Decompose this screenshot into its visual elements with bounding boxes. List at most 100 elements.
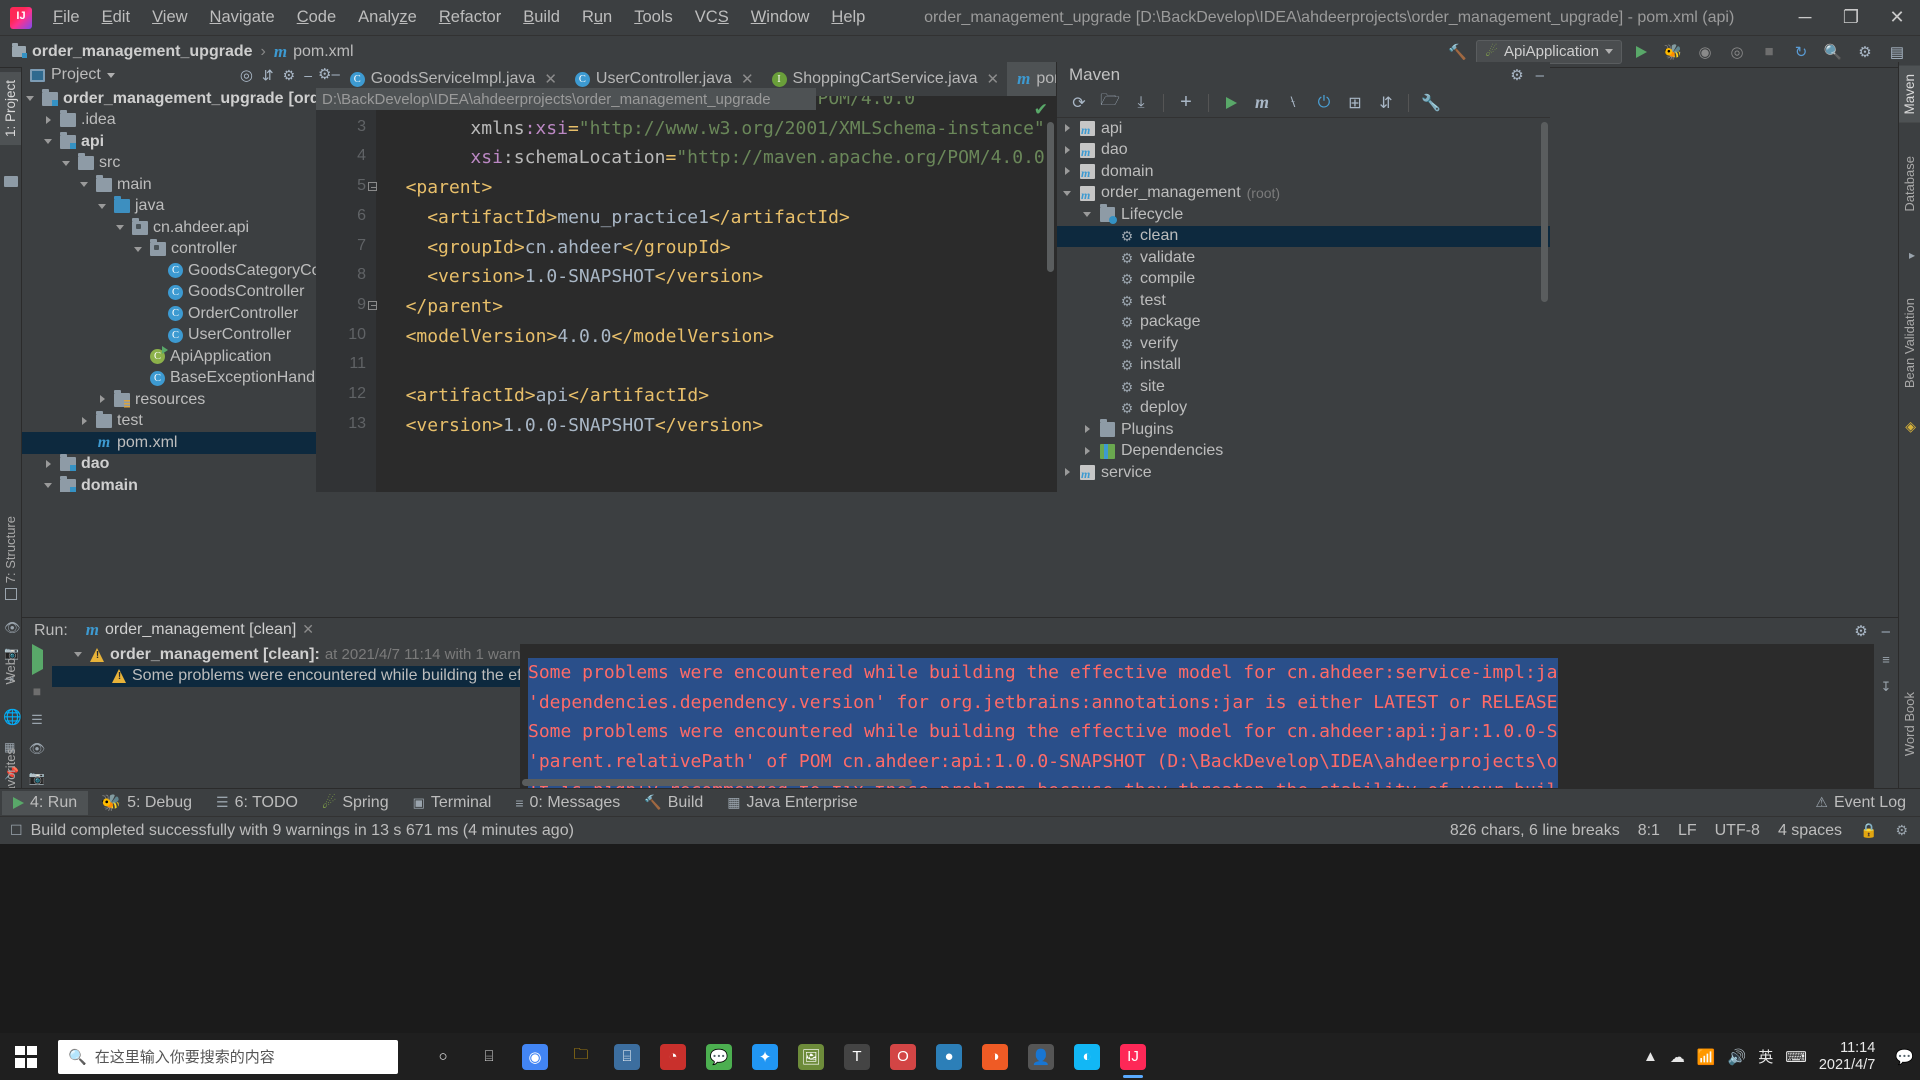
- chevron-down-icon[interactable]: [44, 480, 55, 491]
- execute-maven-goal-icon[interactable]: m: [1248, 91, 1276, 115]
- chevron-right-icon[interactable]: [1063, 123, 1074, 134]
- menu-run[interactable]: Run: [571, 4, 623, 31]
- eye-icon[interactable]: 👁: [29, 741, 46, 757]
- opera-icon[interactable]: O: [880, 1033, 926, 1080]
- inspection-status-icon[interactable]: ✔: [1034, 100, 1048, 120]
- sidebar-tab-project[interactable]: 1: Project: [0, 72, 21, 146]
- editor-hide-icon[interactable]: –: [331, 62, 339, 86]
- maven-tree-item[interactable]: ⚙ verify: [1057, 333, 1550, 355]
- tool-tab-messages[interactable]: ≡ 0: Messages: [504, 791, 631, 815]
- project-tree-item[interactable]: main: [22, 174, 316, 196]
- editor-scrollbar[interactable]: [1047, 122, 1054, 272]
- code-line[interactable]: <parent>: [406, 173, 493, 203]
- close-icon[interactable]: ✕: [544, 70, 557, 88]
- menu-file[interactable]: File: [42, 4, 91, 31]
- close-icon[interactable]: ✕: [741, 70, 754, 88]
- sidebar-tab-word-book[interactable]: Word Book: [1899, 684, 1920, 764]
- eye-icon[interactable]: 👁: [4, 620, 21, 636]
- locate-icon[interactable]: ◎: [240, 66, 253, 84]
- status-caret-position[interactable]: 8:1: [1638, 822, 1660, 840]
- menu-code[interactable]: Code: [286, 4, 347, 31]
- status-indent[interactable]: 4 spaces: [1778, 822, 1842, 840]
- tool-tab-spring[interactable]: ☄ Spring: [311, 790, 400, 816]
- run-tree-item[interactable]: Some problems were encountered while bui…: [52, 665, 520, 687]
- chevron-down-icon[interactable]: [98, 201, 109, 212]
- project-tree-item[interactable]: test: [22, 411, 316, 433]
- maven-settings-icon[interactable]: 🔧: [1417, 91, 1445, 115]
- code-line[interactable]: <version>1.0-SNAPSHOT</version>: [427, 262, 763, 292]
- debug-icon[interactable]: 🐝: [1660, 40, 1686, 64]
- chevron-down-icon[interactable]: [74, 649, 85, 660]
- chevron-up-icon[interactable]: ▲: [1643, 1048, 1658, 1065]
- maven-tree-item[interactable]: ⚙ clean: [1057, 225, 1550, 247]
- collapse-all-icon[interactable]: ⇵: [262, 67, 274, 84]
- chevron-right-icon[interactable]: [98, 394, 109, 405]
- update-app-icon[interactable]: ↻: [1788, 40, 1814, 64]
- chevron-right-icon[interactable]: [44, 459, 55, 470]
- taskbar-search-input[interactable]: 🔍 在这里输入你要搜索的内容: [58, 1039, 398, 1074]
- run-tab[interactable]: m order_management [clean] ✕: [77, 617, 322, 646]
- toggle-offline-icon[interactable]: ⏻: [1310, 91, 1338, 115]
- editor-tab-pomxml[interactable]: m pom.xml (api): [1007, 62, 1056, 96]
- maven-tree-item[interactable]: domain: [1057, 161, 1550, 183]
- tool-tab-terminal[interactable]: ▣ Terminal: [402, 791, 503, 815]
- code-fold-icon[interactable]: [368, 300, 379, 312]
- maven-tree-item[interactable]: ⚙ deploy: [1057, 398, 1550, 420]
- breadcrumb-file[interactable]: pom.xml: [293, 43, 353, 61]
- chevron-down-icon[interactable]: [1063, 188, 1074, 199]
- project-tree-item[interactable]: resources: [22, 389, 316, 411]
- menu-help[interactable]: Help: [820, 4, 876, 31]
- reload-all-icon[interactable]: ⟳: [1065, 91, 1093, 115]
- tool-tab-todo[interactable]: ☰ 6: TODO: [205, 791, 309, 815]
- profile-icon[interactable]: ◎: [1724, 40, 1750, 64]
- chevron-down-icon[interactable]: [134, 244, 145, 255]
- add-icon[interactable]: +: [1172, 91, 1200, 115]
- network-icon[interactable]: 📶: [1697, 1048, 1716, 1066]
- menu-analyze[interactable]: Analyze: [347, 4, 428, 31]
- tool-tab-java-enterprise[interactable]: ▦ Java Enterprise: [716, 791, 868, 815]
- sidebar-tab-maven[interactable]: Maven: [1899, 66, 1920, 123]
- chevron-down-icon[interactable]: [44, 136, 55, 147]
- close-button[interactable]: ✕: [1874, 1, 1920, 35]
- project-tree[interactable]: order_management_upgrade[order_managemen…: [22, 88, 316, 492]
- chevron-right-icon[interactable]: ▸: [1909, 248, 1915, 262]
- menu-window[interactable]: Window: [740, 4, 821, 31]
- tool-tab-build[interactable]: 🔨 Build: [633, 791, 714, 815]
- file-explorer-icon[interactable]: 🗀: [558, 1033, 604, 1080]
- status-line-separator[interactable]: LF: [1678, 822, 1697, 840]
- code-line[interactable]: <groupId>cn.ahdeer</groupId>: [427, 233, 730, 263]
- chevron-right-icon[interactable]: [80, 416, 91, 427]
- code-line[interactable]: <artifactId>api</artifactId>: [406, 381, 709, 411]
- settings-icon[interactable]: ⚙: [1852, 40, 1878, 64]
- project-tree-item[interactable]: m pom.xml: [22, 432, 316, 454]
- run-maven-build-icon[interactable]: [1217, 91, 1245, 115]
- editor-body[interactable]: 2345678910111213 <project xmlns="http://…: [316, 96, 1056, 492]
- chevron-down-icon[interactable]: [106, 72, 115, 78]
- onedrive-icon[interactable]: ☁: [1670, 1048, 1685, 1066]
- wechat-icon[interactable]: 💬: [696, 1033, 742, 1080]
- sidebar-tab-structure[interactable]: 7: Structure: [0, 508, 21, 591]
- project-tree-item[interactable]: C BaseExceptionHandler: [22, 368, 316, 390]
- chevron-right-icon[interactable]: [1063, 145, 1074, 156]
- run-coverage-icon[interactable]: ◉: [1692, 40, 1718, 64]
- maven-tree[interactable]: api dao domain order_management (root) Lifecy…: [1057, 118, 1550, 492]
- project-tree-item[interactable]: src: [22, 153, 316, 175]
- chrome-icon[interactable]: ◉: [512, 1033, 558, 1080]
- chevron-down-icon[interactable]: [26, 93, 37, 104]
- maven-tree-item[interactable]: service: [1057, 462, 1550, 484]
- code-line[interactable]: xmlns:xsi="http://www.w3.org/2001/XMLSch…: [470, 114, 1044, 144]
- toggle-skip-tests-icon[interactable]: ⧷: [1279, 91, 1307, 115]
- search-everywhere-icon[interactable]: 🔍: [1820, 40, 1846, 64]
- minimize-button[interactable]: ─: [1782, 1, 1828, 35]
- maven-scrollbar[interactable]: [1541, 122, 1548, 302]
- chevron-right-icon[interactable]: [1063, 166, 1074, 177]
- globe-icon[interactable]: 🌐: [3, 708, 22, 726]
- stop-icon[interactable]: ■: [33, 683, 41, 699]
- wrap-text-icon[interactable]: ≡: [1882, 652, 1890, 667]
- maven-tree-item[interactable]: Plugins: [1057, 419, 1550, 441]
- editor-gutter[interactable]: 2345678910111213: [316, 96, 379, 492]
- qq-icon[interactable]: ◐: [1064, 1033, 1110, 1080]
- menu-vcs[interactable]: VCS: [684, 4, 740, 31]
- maven-tree-item[interactable]: api: [1057, 118, 1550, 140]
- intellij-icon[interactable]: IJ: [1110, 1033, 1156, 1080]
